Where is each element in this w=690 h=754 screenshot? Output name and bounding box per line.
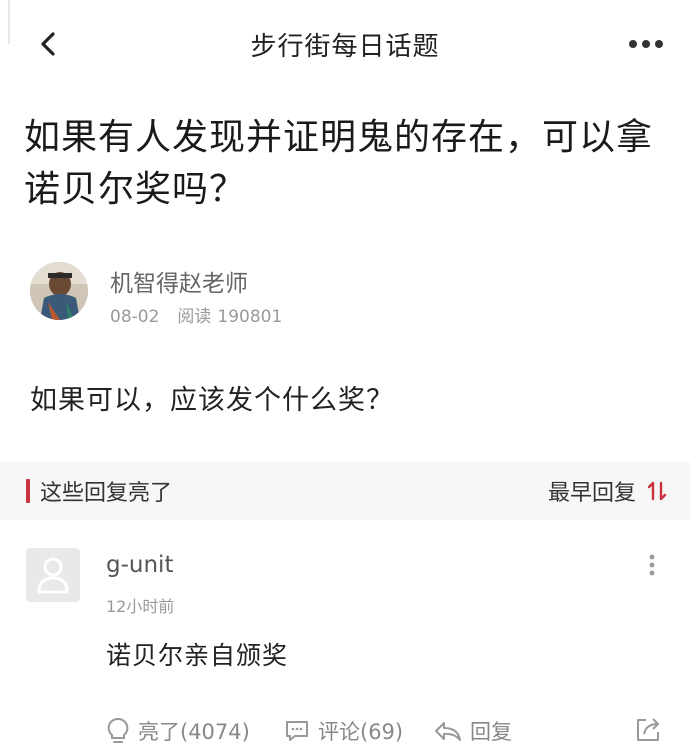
post-title: 如果有人发现并证明鬼的存在，可以拿诺贝尔奖吗？: [24, 117, 654, 210]
reply-text: 诺贝尔亲自颁奖: [106, 641, 289, 670]
reply-time: 12小时前: [106, 597, 175, 616]
author-block: 机智得赵老师 08-02 阅读 190801: [30, 260, 670, 327]
author-name[interactable]: 机智得赵老师: [110, 264, 248, 298]
sort-label: 最早回复: [547, 481, 636, 506]
user-placeholder-icon: [37, 557, 69, 594]
top-bar: 步行街每日话题: [0, 0, 690, 88]
lightbulb-icon: [107, 717, 129, 743]
reads-count: 190801: [217, 307, 283, 327]
section-accent-bar: [26, 479, 30, 503]
post-body: 如果可以，应该发个什么奖？: [30, 385, 394, 416]
nav-title: 步行街每日话题: [250, 32, 440, 62]
more-vertical-icon: [649, 554, 655, 576]
comment-button[interactable]: 评论(69): [284, 716, 403, 746]
sort-icon: [646, 480, 668, 502]
sort-button[interactable]: 最早回复: [548, 475, 668, 507]
share-button[interactable]: [634, 716, 670, 744]
comment-icon: [286, 721, 308, 741]
share-icon: [637, 718, 659, 741]
reply-username[interactable]: g-unit: [106, 552, 173, 578]
more-button[interactable]: [626, 30, 666, 58]
reply-item: g-unit 12小时前 诺贝尔亲自颁奖 亮了(4074) 评论(69) 回复: [0, 520, 690, 754]
author-avatar[interactable]: [30, 262, 88, 320]
section-title: 这些回复亮了: [40, 481, 173, 506]
avatar-image: [30, 262, 88, 320]
author-meta: 08-02 阅读 190801: [110, 302, 300, 327]
reads-label: 阅读: [177, 307, 212, 327]
reply-avatar[interactable]: [26, 548, 80, 602]
replies-section-header: 这些回复亮了 最早回复: [0, 462, 690, 520]
reply-menu-button[interactable]: [640, 550, 664, 580]
reply-actions: 亮了(4074) 评论(69) 回复: [0, 716, 690, 754]
like-button[interactable]: 亮了(4074): [106, 716, 250, 746]
reply-label: 回复: [470, 720, 512, 744]
more-horizontal-icon: [629, 40, 663, 48]
post-date: 08-02: [110, 307, 160, 327]
reply-button[interactable]: 回复: [434, 716, 512, 746]
reply-arrow-icon: [435, 722, 461, 741]
like-label: 亮了(4074): [138, 720, 250, 744]
comment-label: 评论(69): [318, 720, 404, 744]
